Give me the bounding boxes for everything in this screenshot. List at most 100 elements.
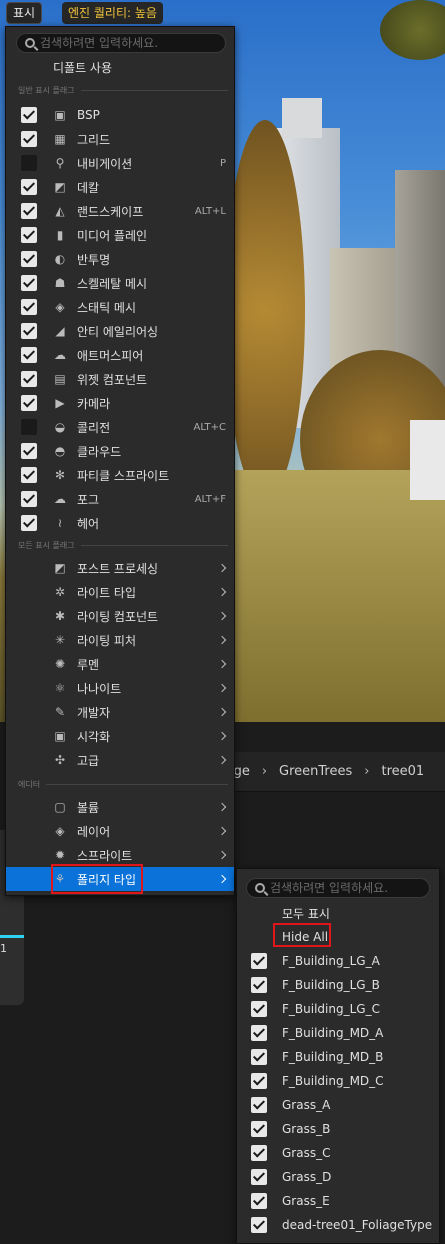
media-plane-icon: ▮ [56, 228, 64, 242]
foliage-type-item[interactable]: F_Building_LG_C [237, 997, 439, 1021]
foliage-type-checkbox[interactable] [251, 1097, 267, 1113]
flag-checkbox[interactable] [21, 155, 37, 171]
flag-checkbox[interactable] [21, 131, 37, 147]
foliage-type-checkbox[interactable] [251, 1145, 267, 1161]
flag-item[interactable]: ◓ 클라우드 [6, 439, 234, 463]
flag-checkbox[interactable] [21, 515, 37, 531]
foliage-type-label: Grass_A [282, 1098, 331, 1112]
foliage-type-label: Grass_E [282, 1194, 330, 1208]
flag-checkbox[interactable] [21, 371, 37, 387]
submenu-trigger[interactable]: ⚛ 나나이트 [6, 676, 234, 700]
foliage-type-label: Grass_D [282, 1170, 332, 1184]
flag-shortcut: ALT+F [194, 493, 226, 505]
submenu-trigger[interactable]: ✲ 라이트 타입 [6, 580, 234, 604]
flag-item[interactable]: ▦ 그리드 [6, 127, 234, 151]
flag-checkbox[interactable] [21, 299, 37, 315]
submenu-search[interactable] [246, 878, 430, 898]
submenu-trigger[interactable]: ✳ 라이팅 피처 [6, 628, 234, 652]
lighting-feature-icon: ✳ [54, 633, 66, 647]
foliage-type-item[interactable]: Grass_B [237, 1117, 439, 1141]
breadcrumb-item[interactable]: tree01 [381, 764, 424, 779]
flag-checkbox[interactable] [21, 251, 37, 267]
flag-checkbox[interactable] [21, 323, 37, 339]
foliage-type-item[interactable]: Grass_C [237, 1141, 439, 1165]
flag-checkbox[interactable] [21, 395, 37, 411]
flag-checkbox[interactable] [21, 467, 37, 483]
collision-icon: ◒ [54, 420, 66, 434]
flag-item[interactable]: ▮ 미디어 플레인 [6, 223, 234, 247]
foliage-type-checkbox[interactable] [251, 977, 267, 993]
grid-icon: ▦ [54, 132, 66, 146]
foliage-type-checkbox[interactable] [251, 953, 267, 969]
flag-checkbox[interactable] [21, 227, 37, 243]
flag-checkbox[interactable] [21, 443, 37, 459]
submenu-trigger[interactable]: ▣ 시각화 [6, 724, 234, 748]
breadcrumb-item[interactable]: GreenTrees [279, 764, 352, 779]
flag-checkbox[interactable] [21, 491, 37, 507]
foliage-type-checkbox[interactable] [251, 1121, 267, 1137]
foliage-type-checkbox[interactable] [251, 1073, 267, 1089]
foliage-type-item[interactable]: F_Building_MD_A [237, 1021, 439, 1045]
flag-checkbox[interactable] [21, 179, 37, 195]
foliage-type-checkbox[interactable] [251, 1169, 267, 1185]
flag-item[interactable]: ◭ 랜드스케이프 ALT+L [6, 199, 234, 223]
flag-item[interactable]: ⚲ 내비게이션 P [6, 151, 234, 175]
foliage-type-item[interactable]: dead-tree01_FoliageType [237, 1213, 439, 1237]
foliage-type-checkbox[interactable] [251, 1193, 267, 1209]
foliage-type-checkbox[interactable] [251, 1049, 267, 1065]
submenu-trigger[interactable]: ✣ 고급 [6, 748, 234, 772]
flag-item[interactable]: ◈ 스태틱 메시 [6, 295, 234, 319]
flag-checkbox[interactable] [21, 275, 37, 291]
submenu-trigger-label: 개발자 [77, 705, 111, 720]
chevron-right-icon [217, 587, 227, 597]
foliage-type-item[interactable]: F_Building_LG_A [237, 949, 439, 973]
submenu-search-input[interactable] [270, 881, 418, 895]
foliage-type-checkbox[interactable] [251, 1025, 267, 1041]
foliage-type-checkbox[interactable] [251, 1001, 267, 1017]
foliage-type-item[interactable]: Grass_E [237, 1189, 439, 1213]
flag-item[interactable]: ☁ 애트머스피어 [6, 343, 234, 367]
flag-item[interactable]: ✻ 파티클 스프라이트 [6, 463, 234, 487]
foliage-type-item[interactable]: Grass_D [237, 1165, 439, 1189]
default-menu-item[interactable]: 디폴트 사용 [6, 55, 234, 79]
show-menu-button[interactable]: 표시 [6, 2, 43, 24]
flag-checkbox[interactable] [21, 203, 37, 219]
menu-search[interactable] [16, 33, 226, 53]
search-input[interactable] [40, 36, 210, 50]
flag-item[interactable]: ▤ 위젯 컴포넌트 [6, 367, 234, 391]
flag-item[interactable]: ☗ 스켈레탈 메시 [6, 271, 234, 295]
flag-checkbox[interactable] [21, 107, 37, 123]
flag-item[interactable]: ◢ 안티 에일리어싱 [6, 319, 234, 343]
flag-item[interactable]: ☁ 포그 ALT+F [6, 487, 234, 511]
foliage-type-item[interactable]: F_Building_LG_B [237, 973, 439, 997]
foliage-type-item[interactable]: F_Building_MD_B [237, 1045, 439, 1069]
tree-foliage [225, 120, 305, 500]
foliage-type-label: Grass_B [282, 1122, 331, 1136]
flag-item[interactable]: ▶ 카메라 [6, 391, 234, 415]
chevron-right-icon [217, 707, 227, 717]
foliage-type-item[interactable]: Grass_A [237, 1093, 439, 1117]
flag-item[interactable]: ▣ BSP [6, 103, 234, 127]
submenu-trigger[interactable]: ▢ 볼륨 [6, 795, 234, 819]
flag-item[interactable]: ◒ 콜리전 ALT+C [6, 415, 234, 439]
flag-item[interactable]: ≀ 헤어 [6, 511, 234, 535]
submenu-trigger[interactable]: ✎ 개발자 [6, 700, 234, 724]
submenu-trigger[interactable]: ◩ 포스트 프로세싱 [6, 556, 234, 580]
foliage-type-highlight [51, 864, 143, 894]
show-all-item[interactable]: 모두 표시 [237, 901, 439, 925]
submenu-trigger[interactable]: ✺ 루멘 [6, 652, 234, 676]
engine-quality-button[interactable]: 엔진 퀄리티: 높음 [62, 2, 163, 24]
flag-checkbox[interactable] [21, 347, 37, 363]
map-pin-icon: ⚲ [55, 156, 65, 170]
foliage-type-item[interactable]: F_Building_MD_C [237, 1069, 439, 1093]
volume-icon: ▢ [54, 800, 66, 814]
foliage-type-checkbox[interactable] [251, 1217, 267, 1233]
flag-checkbox[interactable] [21, 419, 37, 435]
flag-item[interactable]: ◩ 데칼 [6, 175, 234, 199]
hide-all-item[interactable]: Hide All [237, 925, 439, 949]
section-editor: 에디터 [18, 779, 228, 790]
flag-item[interactable]: ◐ 반투명 [6, 247, 234, 271]
submenu-trigger[interactable]: ◈ 레이어 [6, 819, 234, 843]
chevron-right-icon [217, 874, 227, 884]
submenu-trigger[interactable]: ✱ 라이팅 컴포넌트 [6, 604, 234, 628]
